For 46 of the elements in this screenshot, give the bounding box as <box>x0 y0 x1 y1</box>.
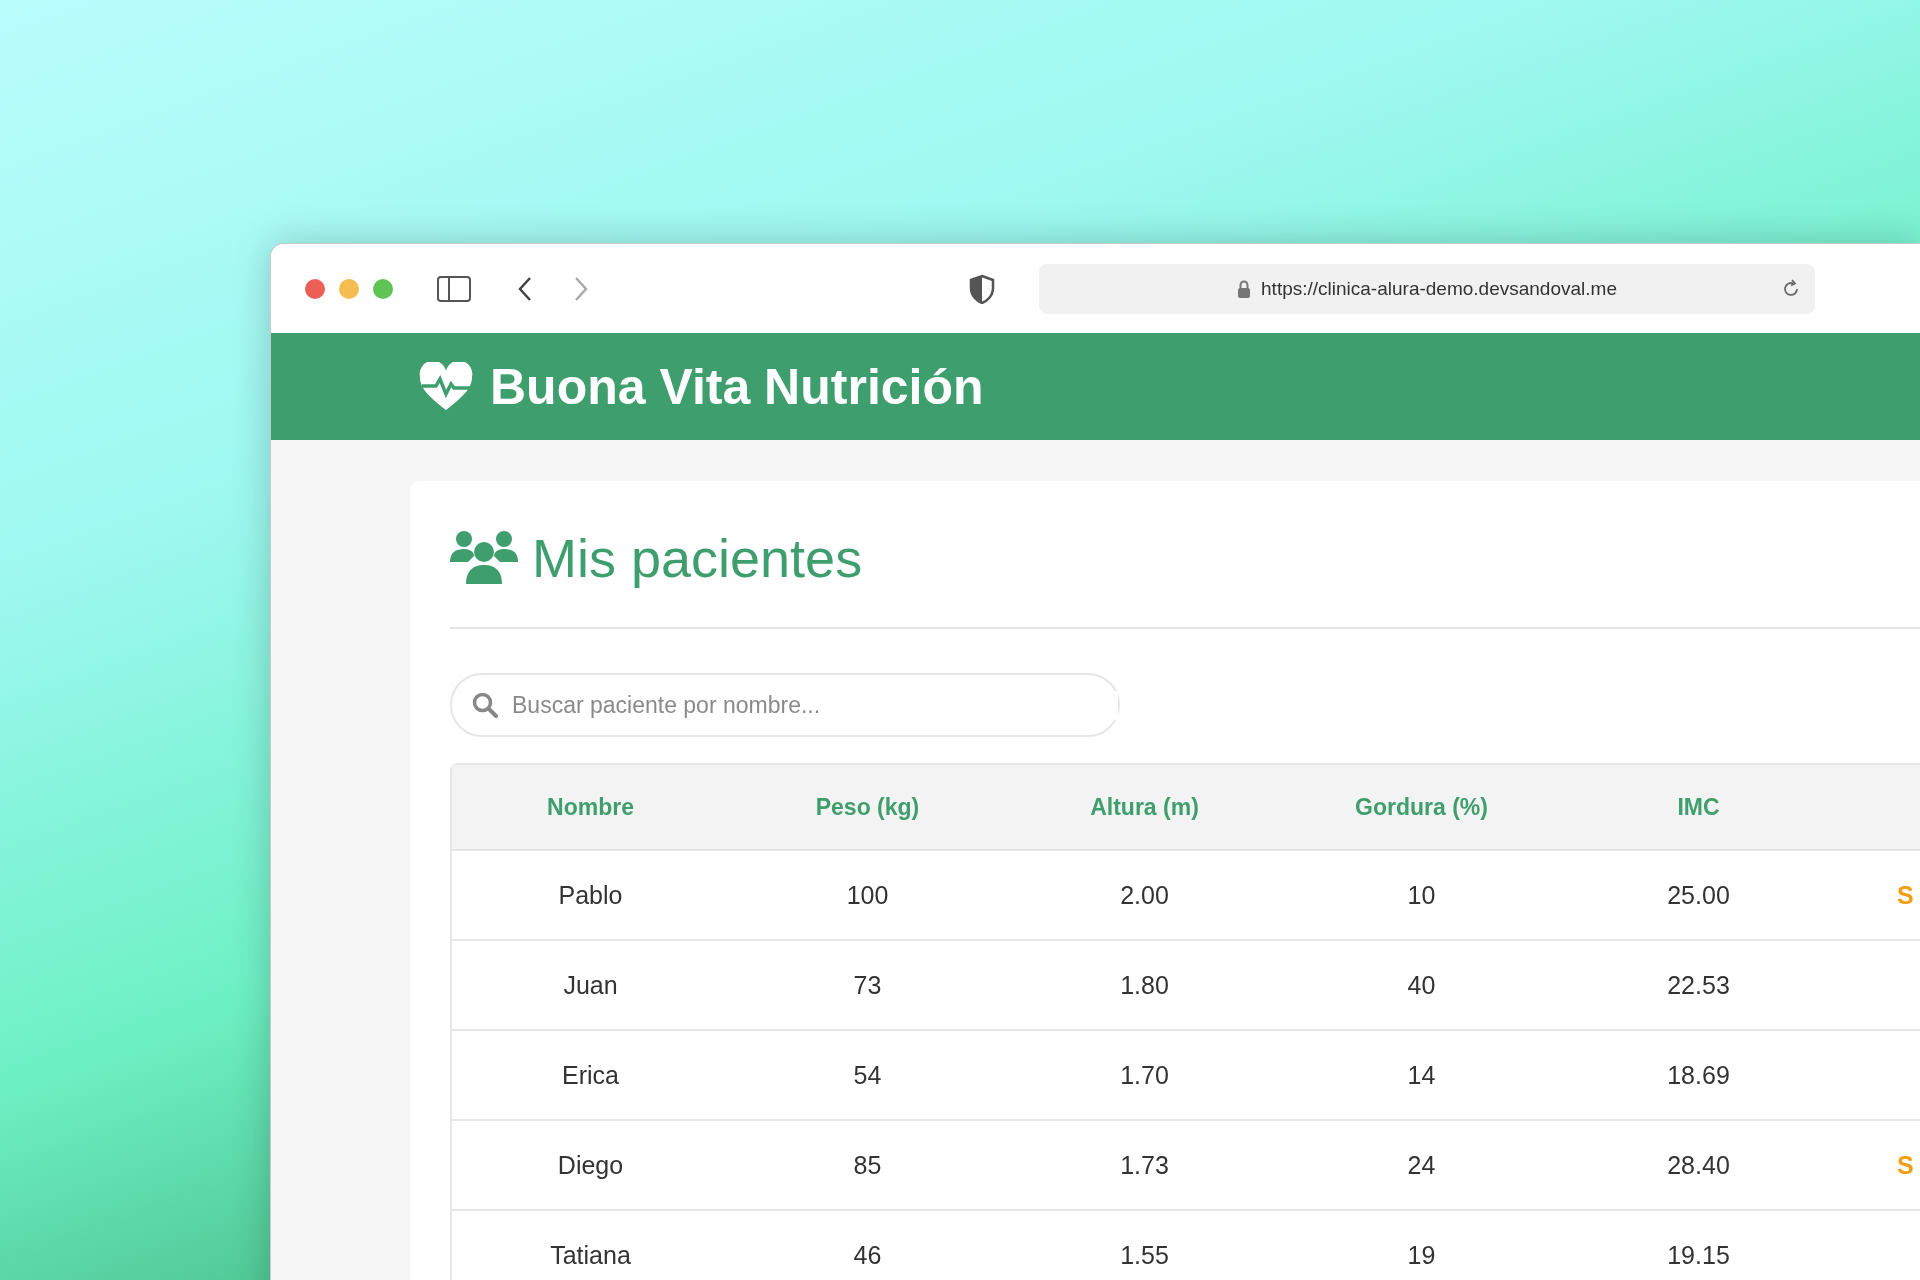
table-cell-text: Erica <box>561 1060 620 1090</box>
table-cell-text: 85 <box>852 1150 883 1180</box>
table-cell-text: 22.53 <box>1666 970 1731 1000</box>
table-cell-text: 14 <box>1406 1060 1437 1090</box>
table-cell-text: 19.15 <box>1666 1240 1731 1270</box>
column-header: IMC <box>1676 793 1721 821</box>
status-text: S <box>1897 880 1914 910</box>
column-header: Peso (kg) <box>814 793 921 821</box>
table-cell-text: 1.80 <box>1119 970 1170 1000</box>
lock-icon <box>1237 279 1252 298</box>
table-cell-text: 10 <box>1406 880 1437 910</box>
heart-pulse-icon <box>418 361 474 412</box>
table-cell-text: 18.69 <box>1666 1060 1731 1090</box>
table-cell-text: 1.70 <box>1119 1060 1170 1090</box>
table-cell-text: 73 <box>852 970 883 1000</box>
sidebar-icon[interactable] <box>437 275 471 302</box>
table-cell-text: Juan <box>562 970 619 1000</box>
table-cell-text: 24 <box>1406 1150 1437 1180</box>
table-cell-text: Tatiana <box>549 1240 632 1270</box>
table-cell-text: 28.40 <box>1666 1150 1731 1180</box>
page-title: Mis pacientes <box>532 527 863 589</box>
table-cell-text: 25.00 <box>1666 880 1731 910</box>
table-cell-text: 100 <box>845 880 890 910</box>
search-icon <box>472 692 498 718</box>
table-cell-text: Diego <box>556 1150 625 1180</box>
table-cell-text: 46 <box>852 1240 883 1270</box>
url-text: https://clinica-alura-demo.devsandoval.me <box>1261 277 1617 300</box>
reload-icon[interactable] <box>1781 278 1801 299</box>
users-icon <box>450 530 518 586</box>
table-cell-text: 19 <box>1406 1240 1437 1270</box>
table-cell-text: 1.55 <box>1119 1240 1170 1270</box>
table-cell-text: 54 <box>852 1060 883 1090</box>
table-cell-text: 1.73 <box>1119 1150 1170 1180</box>
site-title: Buona Vita Nutrición <box>490 357 984 416</box>
column-header: Nombre <box>546 793 635 821</box>
column-header: Altura (m) <box>1089 793 1200 821</box>
status-text: S <box>1897 1150 1914 1180</box>
shield-icon[interactable] <box>969 273 995 304</box>
search-field[interactable]: Buscar paciente por nombre... <box>450 673 1120 737</box>
table-cell-text: 2.00 <box>1119 880 1170 910</box>
back-icon[interactable] <box>517 275 533 302</box>
table-cell-text: 40 <box>1406 970 1437 1000</box>
address-bar[interactable]: https://clinica-alura-demo.devsandoval.me <box>1039 263 1815 314</box>
table-cell-text: Pablo <box>557 880 624 910</box>
column-header: Gordura (%) <box>1354 793 1489 821</box>
close-window-icon[interactable] <box>305 278 325 299</box>
